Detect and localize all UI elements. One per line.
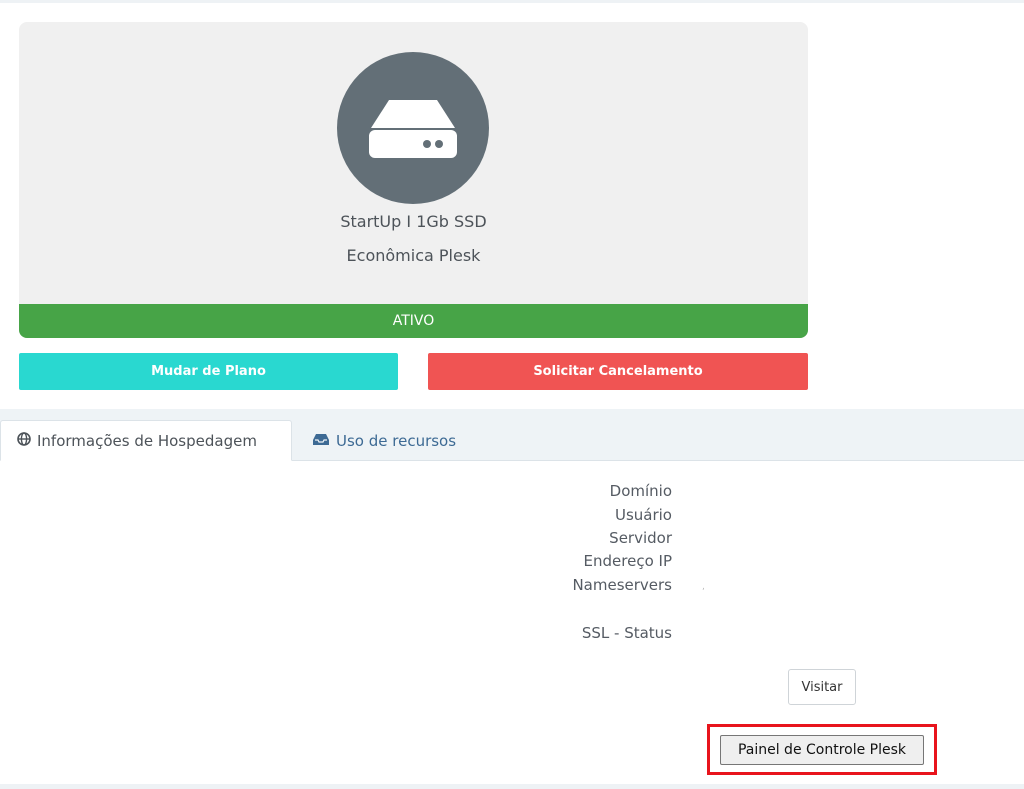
tab-label: Uso de recursos [336, 431, 457, 450]
ssl-status-label: SSL - Status [581, 624, 672, 642]
plesk-control-panel-button[interactable]: Painel de Controle Plesk [720, 735, 924, 765]
domain-label: Domínio [609, 482, 672, 500]
inbox-icon [312, 432, 336, 450]
request-cancellation-button[interactable]: Solicitar Cancelamento [428, 353, 808, 390]
visit-button[interactable]: Visitar [788, 669, 856, 705]
top-divider [0, 0, 1024, 3]
ip-address-label: Endereço IP [583, 552, 672, 570]
tab-hosting-info[interactable]: Informações de Hospedagem [0, 420, 292, 461]
status-badge: ATIVO [19, 304, 808, 338]
tab-resource-usage[interactable]: Uso de recursos [296, 420, 472, 461]
bottom-divider [0, 784, 1024, 789]
nameservers-value: , [702, 582, 705, 592]
tabs-bar: Informações de Hospedagem Uso de recurso… [0, 409, 1024, 461]
tab-label: Informações de Hospedagem [37, 431, 257, 450]
product-group: Econômica Plesk [346, 246, 481, 265]
product-icon-circle [337, 52, 489, 204]
product-card: StartUp I 1Gb SSD Econômica Plesk ATIVO [19, 22, 808, 338]
server-label: Servidor [609, 529, 672, 547]
nameservers-label: Nameservers [572, 576, 672, 594]
change-plan-button[interactable]: Mudar de Plano [19, 353, 398, 390]
username-label: Usuário [614, 506, 672, 524]
product-name: StartUp I 1Gb SSD [340, 212, 487, 231]
globe-icon [17, 431, 37, 450]
